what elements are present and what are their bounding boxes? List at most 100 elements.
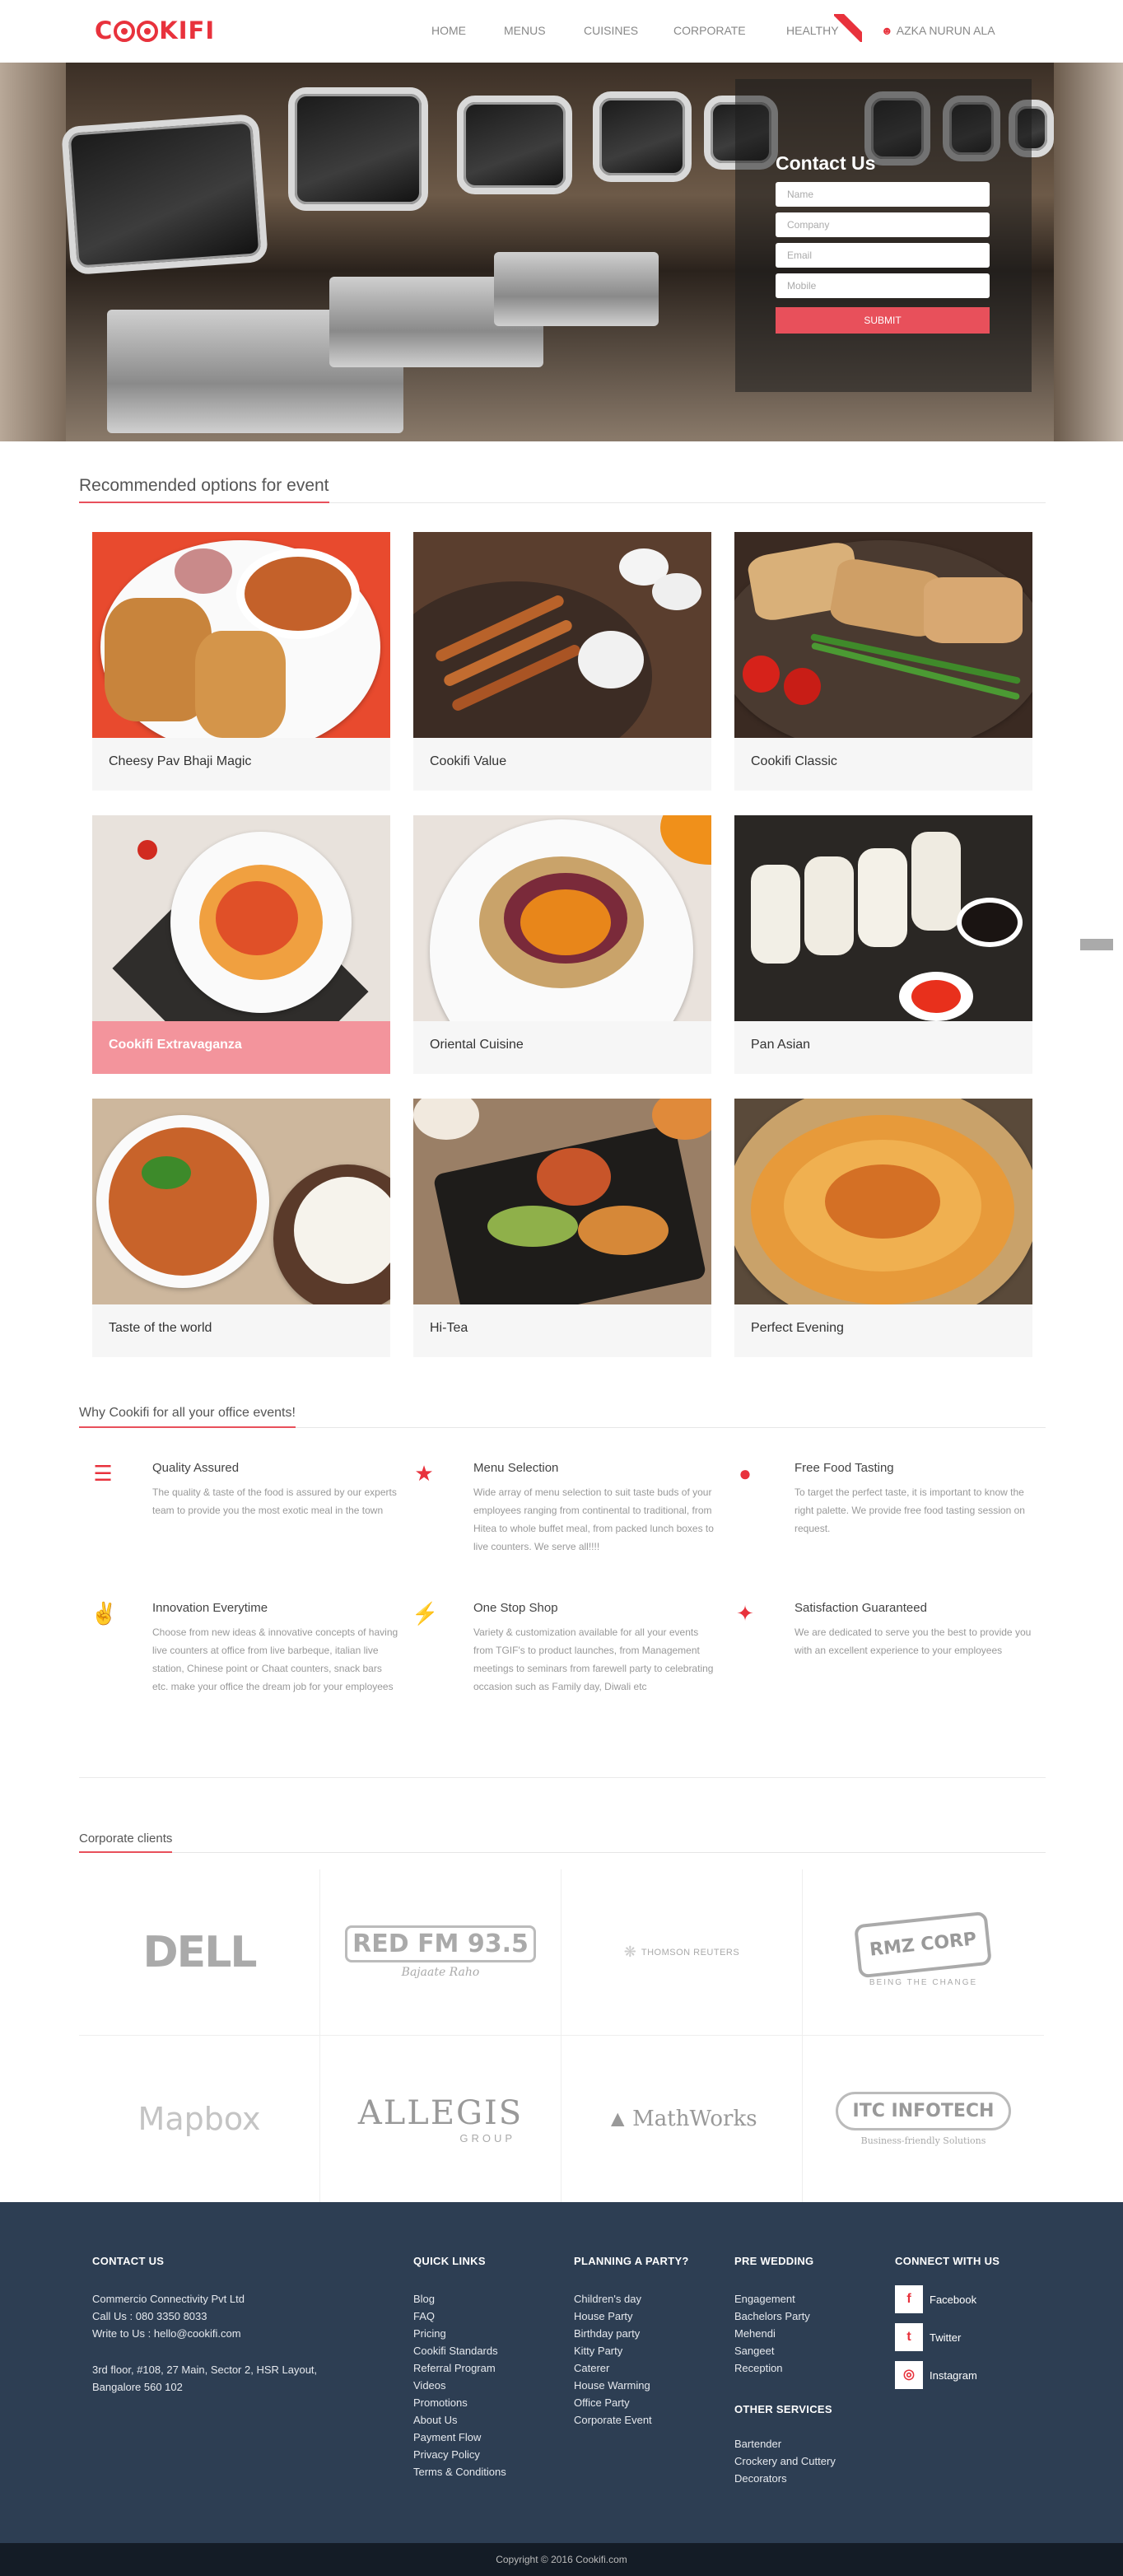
bolt-icon: ⚡	[412, 1601, 439, 1626]
name-field[interactable]	[776, 182, 990, 207]
footer-link[interactable]: Videos	[413, 2377, 506, 2394]
feature-title: One Stop Shop	[473, 1601, 558, 1615]
footer-pre-wedding: PRE WEDDING Engagement Bachelors Party M…	[734, 2255, 836, 2487]
client-logo-redfm: RED FM 93.5 Bajaate Raho	[320, 1869, 562, 2036]
client-logo-grid: DELL RED FM 93.5 Bajaate Raho ❋ THOMSON …	[79, 1869, 1046, 2202]
footer-link[interactable]: FAQ	[413, 2308, 506, 2325]
client-logo-mapbox: Mapbox	[79, 2036, 320, 2202]
menu-card[interactable]: Hi-Tea	[413, 1099, 711, 1357]
menu-card[interactable]: Cookifi Extravaganza	[92, 815, 390, 1074]
footer-link[interactable]: Engagement	[734, 2290, 836, 2308]
instagram-link[interactable]: ◎ Instagram	[895, 2361, 1000, 2389]
footer-link[interactable]: Bartender	[734, 2435, 836, 2452]
facebook-icon: f	[895, 2285, 923, 2313]
footer-link[interactable]: Referral Program	[413, 2359, 506, 2377]
new-ribbon-badge	[834, 14, 862, 42]
address-line: Bangalore 560 102	[92, 2381, 183, 2393]
footer-link[interactable]: Caterer	[574, 2359, 689, 2377]
mobile-field[interactable]	[776, 273, 990, 298]
menu-card-image	[413, 815, 711, 1021]
peace-hand-icon: ✌	[91, 1601, 118, 1626]
footer-link[interactable]: Office Party	[574, 2394, 689, 2411]
chafing-dish-lid	[61, 113, 268, 276]
feature-title: Satisfaction Guaranteed	[794, 1601, 927, 1615]
submit-button[interactable]: SUBMIT	[776, 307, 990, 334]
menu-card[interactable]: Cookifi Classic	[734, 532, 1032, 791]
feature-title: Free Food Tasting	[794, 1461, 894, 1475]
copyright: Copyright © 2016 Cookifi.com	[0, 2543, 1123, 2576]
nav-corporate[interactable]: CORPORATE	[673, 24, 746, 37]
twitter-link[interactable]: t Twitter	[895, 2323, 1000, 2351]
footer-link[interactable]: Crockery and Cuttery	[734, 2452, 836, 2470]
footer-link[interactable]: Bachelors Party	[734, 2308, 836, 2325]
menu-card[interactable]: Pan Asian	[734, 815, 1032, 1074]
phone[interactable]: Call Us : 080 3350 8033	[92, 2308, 389, 2325]
footer-link[interactable]: About Us	[413, 2411, 506, 2429]
menu-card[interactable]: Cookifi Value	[413, 532, 711, 791]
client-logo-mathworks: ▲ MathWorks	[562, 2036, 803, 2202]
footer-connect: CONNECT WITH US f Facebook t Twitter ◎ I…	[895, 2255, 1000, 2399]
footer-link[interactable]: House Warming	[574, 2377, 689, 2394]
menu-card-image	[92, 1099, 390, 1304]
nav-menus[interactable]: MENUS	[504, 24, 546, 37]
footer-link[interactable]: House Party	[574, 2308, 689, 2325]
footer-link[interactable]: Decorators	[734, 2470, 836, 2487]
feature-text: Variety & customization available for al…	[473, 1626, 714, 1692]
footer-link[interactable]: Sangeet	[734, 2342, 836, 2359]
nav-healthy[interactable]: HEALTHY	[786, 24, 839, 37]
footer-link[interactable]: Payment Flow	[413, 2429, 506, 2446]
footer-link[interactable]: Birthday party	[574, 2325, 689, 2342]
user-menu[interactable]: ☻ AZKA NURUN ALA	[881, 24, 995, 37]
section-title: Why Cookifi for all your office events!	[79, 1406, 296, 1428]
user-icon: ●	[739, 1461, 752, 1486]
footer-heading: QUICK LINKS	[413, 2255, 486, 2267]
client-logo-allegis: ALLEGIS GROUP	[320, 2036, 562, 2202]
company-field[interactable]	[776, 212, 990, 237]
footer-link[interactable]: Promotions	[413, 2394, 506, 2411]
footer-link[interactable]: Corporate Event	[574, 2411, 689, 2429]
menu-card-image	[734, 815, 1032, 1021]
footer-link[interactable]: Kitty Party	[574, 2342, 689, 2359]
footer-link[interactable]: Terms & Conditions	[413, 2463, 506, 2480]
menu-card-image	[92, 532, 390, 738]
menu-card[interactable]: Oriental Cuisine	[413, 815, 711, 1074]
footer-heading: CONNECT WITH US	[895, 2255, 1000, 2267]
menu-card-label: Perfect Evening	[751, 1321, 844, 1335]
cookifi-logo[interactable]: C KIFI	[95, 16, 215, 44]
menu-card-label: Cookifi Classic	[751, 754, 837, 768]
footer-link[interactable]: Reception	[734, 2359, 836, 2377]
menu-card[interactable]: Perfect Evening	[734, 1099, 1032, 1357]
menu-card-label: Oriental Cuisine	[430, 1038, 524, 1052]
menu-card-image	[413, 532, 711, 738]
user-name: AZKA NURUN ALA	[896, 24, 995, 37]
feature-title: Menu Selection	[473, 1461, 559, 1475]
footer-planning: PLANNING A PARTY? Children's day House P…	[574, 2255, 689, 2429]
menu-card-label: Pan Asian	[751, 1038, 811, 1052]
footer-link[interactable]: Pricing	[413, 2325, 506, 2342]
email[interactable]: Write to Us : hello@cookifi.com	[92, 2325, 389, 2342]
menu-card[interactable]: Cheesy Pav Bhaji Magic	[92, 532, 390, 791]
email-field[interactable]	[776, 243, 990, 268]
footer-link[interactable]: Cookifi Standards	[413, 2342, 506, 2359]
footer-link[interactable]: Privacy Policy	[413, 2446, 506, 2463]
footer-link[interactable]: Mehendi	[734, 2325, 836, 2342]
menu-card[interactable]: Taste of the world	[92, 1099, 390, 1357]
clients-heading-bar: Corporate clients	[79, 1832, 1046, 1853]
client-logo-dell: DELL	[79, 1869, 320, 2036]
chafing-dish-lid	[593, 91, 692, 182]
chafing-dish-lid	[288, 87, 428, 211]
menu-card-label: Cheesy Pav Bhaji Magic	[109, 754, 252, 768]
side-feedback-tab[interactable]	[1080, 939, 1113, 950]
magic-wand-icon: ✦	[736, 1601, 754, 1626]
footer-link[interactable]: Children's day	[574, 2290, 689, 2308]
star-icon: ★	[414, 1461, 434, 1486]
facebook-link[interactable]: f Facebook	[895, 2285, 1000, 2313]
feature-title: Quality Assured	[152, 1461, 240, 1475]
menu-card-label: Hi-Tea	[430, 1321, 468, 1335]
footer-link[interactable]: Blog	[413, 2290, 506, 2308]
footer-quick-links: QUICK LINKS Blog FAQ Pricing Cookifi Sta…	[413, 2255, 506, 2480]
nav-home[interactable]: HOME	[431, 24, 466, 37]
footer-contact: CONTACT US Commercio Connectivity Pvt Lt…	[92, 2255, 389, 2396]
nav-cuisines[interactable]: CUISINES	[584, 24, 638, 37]
feature-text: The quality & taste of the food is assur…	[152, 1486, 397, 1516]
